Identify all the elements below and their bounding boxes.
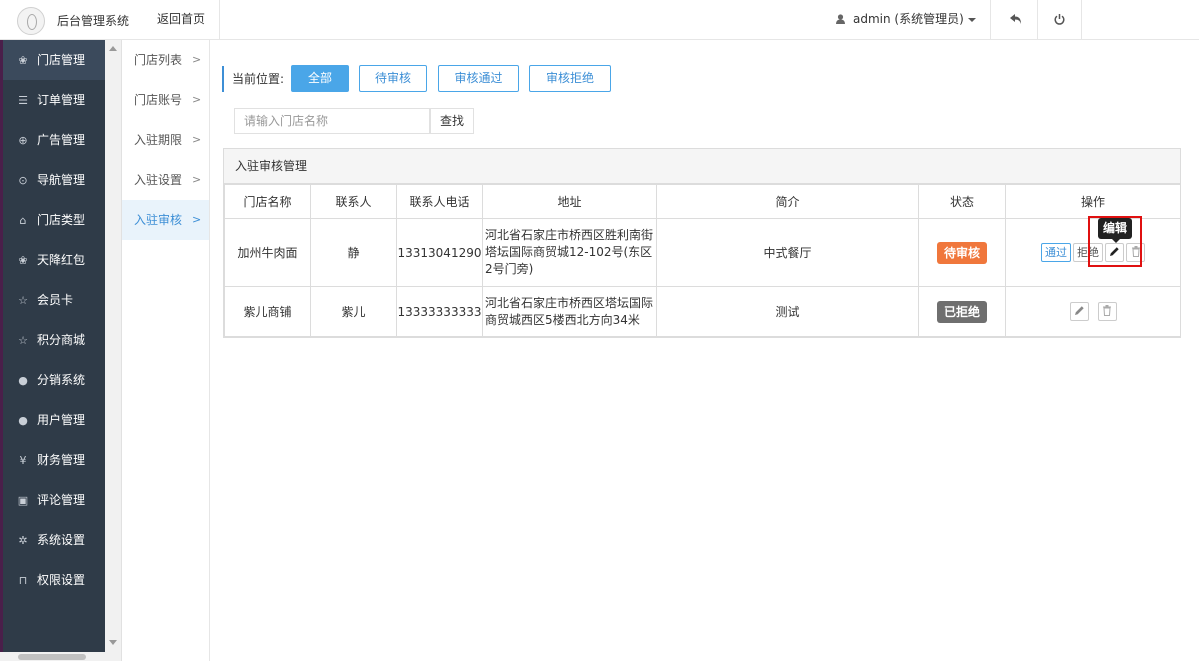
sidebar-item-ads[interactable]: ⊕ 广告管理 [3, 120, 105, 160]
bank-icon: ⌂ [19, 214, 27, 227]
sidebar: ❀ 门店管理 ☰ 订单管理 ⊕ 广告管理 ⊙ 导航管理 ⌂ 门店类型 ❀ 天降红包 ☆ 会员卡… [0, 40, 105, 661]
cell-intro: 中式餐厅 [656, 218, 919, 287]
sidebar-item-store-type[interactable]: ⌂ 门店类型 [3, 200, 105, 240]
star-icon: ☆ [18, 294, 28, 307]
status-badge: 已拒绝 [936, 300, 987, 323]
back-button[interactable] [994, 0, 1038, 39]
cell-store-name: 加州牛肉面 [224, 218, 311, 287]
gear-icon: ✲ [18, 534, 28, 547]
cell-status: 已拒绝 [918, 286, 1006, 337]
cell-intro: 测试 [656, 286, 919, 337]
sidebar-item-points-mall[interactable]: ☆ 积分商城 [3, 320, 105, 360]
store-icon: ❀ [18, 54, 28, 67]
subnav-item-store-account[interactable]: 门店账号 > [122, 80, 209, 120]
chevron-right-icon: > [192, 53, 202, 66]
cell-status: 待审核 [918, 218, 1006, 287]
sidebar-scrollbar[interactable] [105, 40, 122, 661]
cell-phone: 13333333333 [396, 286, 483, 337]
filter-pending-button[interactable]: 待审核 [359, 65, 427, 92]
cell-address: 河北省石家庄市桥西区胜利南街塔坛国际商贸城12-102号(东区2号门旁) [482, 218, 657, 287]
user-name: admin (系统管理员) [853, 12, 964, 26]
cell-actions [1005, 286, 1181, 337]
compass-icon: ⊙ [18, 174, 28, 187]
subnav-item-settings[interactable]: 入驻设置 > [122, 160, 209, 200]
cell-contact: 紫儿 [310, 286, 397, 337]
delete-button[interactable] [1097, 302, 1117, 321]
scroll-down-icon[interactable] [109, 640, 117, 645]
power-icon [1054, 13, 1065, 25]
col-header-name: 门店名称 [224, 184, 311, 219]
highlight-box [1088, 216, 1142, 267]
chevron-right-icon: > [192, 213, 202, 226]
sidebar-item-member-card[interactable]: ☆ 会员卡 [3, 280, 105, 320]
logo [17, 7, 45, 35]
chevron-right-icon: > [192, 93, 202, 106]
col-header-address: 地址 [482, 184, 657, 219]
user-menu[interactable]: admin (系统管理员) [822, 0, 991, 39]
user-icon [836, 14, 845, 24]
sidebar-item-finance[interactable]: ¥ 财务管理 [3, 440, 105, 480]
sidebar-item-store[interactable]: ❀ 门店管理 [3, 40, 105, 80]
table-row: 紫儿商铺 紫儿 13333333333 河北省石家庄市桥西区塔坛国际商贸城西区5… [224, 286, 1181, 337]
sub-nav: 门店列表 > 门店账号 > 入驻期限 > 入驻设置 > 入驻审核 > [122, 40, 210, 661]
subnav-item-term[interactable]: 入驻期限 > [122, 120, 209, 160]
cell-address: 河北省石家庄市桥西区塔坛国际商贸城西区5楼西北方向34米 [482, 286, 657, 337]
status-badge: 待审核 [936, 241, 987, 264]
col-header-intro: 简介 [656, 184, 919, 219]
filter-all-button[interactable]: 全部 [291, 65, 349, 92]
chevron-down-icon [967, 17, 976, 22]
breadcrumb: 当前位置: [222, 66, 284, 92]
undo-icon [1009, 14, 1021, 24]
chevron-right-icon: > [192, 173, 202, 186]
cell-phone: 13313041290 [396, 218, 483, 287]
back-home-link[interactable]: 返回首页 [143, 0, 221, 39]
subnav-item-review[interactable]: 入驻审核 > [122, 200, 209, 240]
star-icon: ☆ [18, 334, 28, 347]
user-icon: ● [18, 414, 28, 427]
review-table: 门店名称 联系人 联系人电话 地址 简介 状态 操作 加州牛肉面 静 13313… [224, 184, 1181, 337]
cell-store-name: 紫儿商铺 [224, 286, 311, 337]
lock-icon: ⊓ [18, 574, 28, 587]
gift-icon: ❀ [18, 254, 28, 267]
logout-button[interactable] [1038, 0, 1082, 39]
trash-icon [1103, 305, 1111, 316]
sidebar-item-permissions[interactable]: ⊓ 权限设置 [3, 560, 105, 600]
top-bar: 后台管理系统 返回首页 admin (系统管理员) [0, 0, 1199, 40]
system-title: 后台管理系统 [57, 14, 130, 28]
pencil-icon [1074, 306, 1084, 315]
chevron-right-icon: > [192, 133, 202, 146]
approve-button[interactable]: 通过 [1041, 243, 1071, 262]
col-header-actions: 操作 [1005, 184, 1181, 219]
scroll-up-icon[interactable] [109, 46, 117, 51]
horizontal-scrollbar[interactable] [0, 652, 105, 661]
lifebuoy-icon: ⊕ [18, 134, 28, 147]
main-content: 当前位置: 全部 待审核 审核通过 审核拒绝 查找 入驻审核管理 门店名称 联系… [210, 40, 1199, 661]
sidebar-item-distribution[interactable]: ● 分销系统 [3, 360, 105, 400]
scroll-thumb[interactable] [18, 654, 86, 660]
search-input[interactable] [234, 108, 430, 134]
edit-button[interactable] [1069, 302, 1089, 321]
users-icon: ● [18, 374, 28, 387]
col-header-phone: 联系人电话 [396, 184, 483, 219]
col-header-contact: 联系人 [310, 184, 397, 219]
panel-title: 入驻审核管理 [224, 149, 1180, 184]
table-row: 加州牛肉面 静 13313041290 河北省石家庄市桥西区胜利南街塔坛国际商贸… [224, 218, 1181, 287]
sidebar-item-red-packet[interactable]: ❀ 天降红包 [3, 240, 105, 280]
sidebar-item-orders[interactable]: ☰ 订单管理 [3, 80, 105, 120]
list-icon: ☰ [18, 94, 28, 107]
cell-contact: 静 [310, 218, 397, 287]
sidebar-item-users[interactable]: ● 用户管理 [3, 400, 105, 440]
search-button[interactable]: 查找 [430, 108, 474, 134]
filter-rejected-button[interactable]: 审核拒绝 [529, 65, 611, 92]
filter-approved-button[interactable]: 审核通过 [438, 65, 519, 92]
money-icon: ▣ [17, 494, 29, 507]
sidebar-item-comments[interactable]: ▣ 评论管理 [3, 480, 105, 520]
col-header-status: 状态 [918, 184, 1006, 219]
yen-icon: ¥ [19, 454, 27, 467]
sidebar-item-nav[interactable]: ⊙ 导航管理 [3, 160, 105, 200]
sidebar-item-settings[interactable]: ✲ 系统设置 [3, 520, 105, 560]
subnav-item-store-list[interactable]: 门店列表 > [122, 40, 209, 80]
table-header-row: 门店名称 联系人 联系人电话 地址 简介 状态 操作 [224, 184, 1181, 219]
review-panel: 入驻审核管理 门店名称 联系人 联系人电话 地址 简介 状态 操作 加州牛肉面 … [223, 148, 1181, 338]
